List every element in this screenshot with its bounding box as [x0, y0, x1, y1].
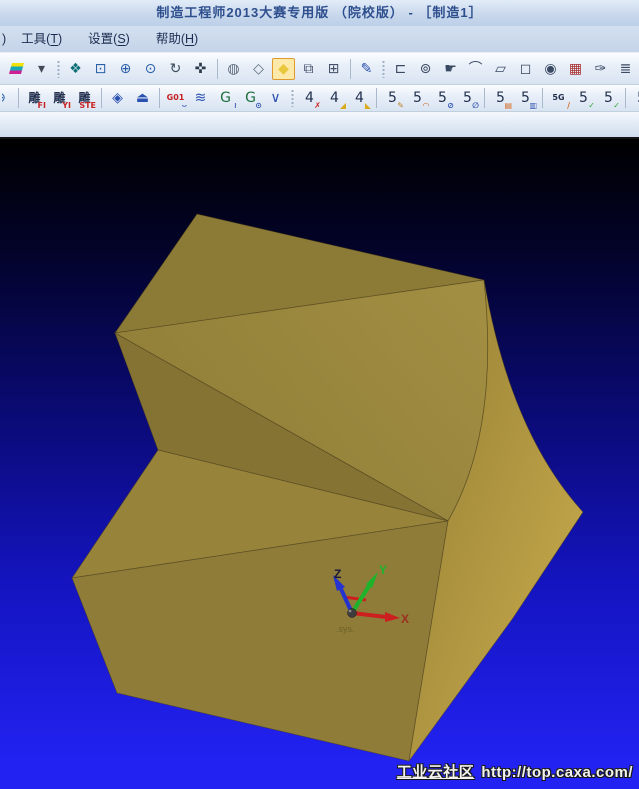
render-fill-icon[interactable]: ❖ [64, 58, 87, 80]
pen-tool-icon[interactable]: ✎ [355, 58, 378, 80]
v-curve-icon[interactable]: ∨ [264, 87, 287, 109]
axis5-wheel-icon[interactable]: 5⊘ [431, 87, 454, 109]
multi-curve-icon[interactable]: ≋ [189, 87, 212, 109]
axis4-pad2-icon[interactable]: 4◣ [348, 87, 371, 109]
separator [155, 87, 163, 109]
menu-h[interactable]: 帮助(H) [153, 26, 201, 53]
pan-view-icon[interactable]: ✜ [189, 58, 212, 80]
measure-gauge-icon[interactable]: ⊚ [414, 58, 437, 80]
model-canvas[interactable]: Z Y X .sys. [0, 139, 639, 789]
toolbar-view: ▾❖⊡⊕⊙↻✜◍◇◆⧉⊞✎⊏⊚☛⌒▱◻◉▦✑≣⌂◧◨ [0, 53, 639, 85]
axis-x-label: X [401, 612, 409, 626]
toolbar-empty-strip [0, 112, 639, 139]
axis5-circle-icon[interactable]: 5∅ [456, 87, 479, 109]
zoom-tool-icon-clipped[interactable]: ⊕ [1, 87, 13, 109]
fixture-icon[interactable]: ⏏ [131, 87, 154, 109]
zoom-in-icon[interactable]: ⊕ [114, 58, 137, 80]
axis5-arc-icon[interactable]: 5◠ [406, 87, 429, 109]
viewport-3d[interactable]: Z Y X .sys. 工业云社区 http://top.caxa.com/ [0, 139, 639, 789]
shaded-cube-icon[interactable]: ◆ [272, 58, 295, 80]
axis5-check-icon[interactable]: 5✓ [572, 87, 595, 109]
g-spiral-icon[interactable]: G≀ [214, 87, 237, 109]
g-circle-icon[interactable]: G⊙ [239, 87, 262, 109]
sphere-mesh-icon[interactable]: ◉ [539, 58, 562, 80]
engrave-fi-icon[interactable]: 雕FI [23, 87, 46, 109]
pick-hand-icon[interactable]: ☛ [439, 58, 462, 80]
separator [213, 58, 221, 80]
toolbar-grip [288, 87, 297, 109]
separator [97, 87, 105, 109]
axis4-pad-icon[interactable]: 4◢ [323, 87, 346, 109]
separator [14, 87, 22, 109]
toolbar-machining: ⊕雕FI雕YI雕STE◈⏏G01⌣≋G≀G⊙∨4✗4◢4◣5✎5◠5⊘5∅5▤5… [0, 85, 639, 112]
window-title: 制造工程师2013大赛专用版 （院校版） - ［制造1］ [156, 5, 482, 20]
clipped-menu-fragment: ) [2, 26, 6, 53]
engrave-ste-icon[interactable]: 雕STE [73, 87, 96, 109]
axis-y-label: Y [379, 563, 387, 577]
g01-bell-icon[interactable]: G01⌣ [164, 87, 187, 109]
toolbar-grip [54, 58, 63, 80]
wireframe-sphere-icon[interactable]: ◍ [222, 58, 245, 80]
separator [346, 58, 354, 80]
stack-layers-icon[interactable]: ≣ [614, 58, 637, 80]
separator [621, 87, 629, 109]
gem-plate-icon[interactable]: ◈ [106, 87, 129, 109]
separator [538, 87, 546, 109]
zoom-dynamic-icon[interactable]: ⊙ [139, 58, 162, 80]
feature-corner-icon[interactable]: ⊏ [389, 58, 412, 80]
axis5-g-icon[interactable]: 5G∕ [547, 87, 570, 109]
edit-feature-icon[interactable]: ✑ [589, 58, 612, 80]
sketch-plane-icon[interactable]: ▱ [489, 58, 512, 80]
wireframe-cube-icon[interactable]: ◇ [247, 58, 270, 80]
layer-stack-icon[interactable] [5, 58, 28, 80]
watermark-site: 工业云社区 [397, 764, 475, 781]
axis-z-label: Z [334, 567, 341, 581]
3d-model [72, 214, 583, 761]
separator [480, 87, 488, 109]
axis-origin-highlight [349, 610, 352, 613]
axis-origin-ball [348, 609, 357, 618]
axis5-drill-icon[interactable]: 5◉ [630, 87, 639, 109]
pipe-bend-icon[interactable]: ⌒ [464, 58, 487, 80]
axis4-cross-icon[interactable]: 4✗ [298, 87, 321, 109]
mold-block-icon[interactable]: ▦ [564, 58, 587, 80]
menu-t[interactable]: 工具(T) [18, 26, 65, 53]
layer-dropdown-caret[interactable]: ▾ [30, 58, 53, 80]
axis5-layers-icon[interactable]: 5▤ [489, 87, 512, 109]
separator [372, 87, 380, 109]
watermark: 工业云社区 http://top.caxa.com/ [397, 761, 633, 782]
axis5-layers2-icon[interactable]: 5▥ [514, 87, 537, 109]
cascade-windows-icon[interactable]: ⧉ [297, 58, 320, 80]
menu-s[interactable]: 设置(S) [85, 26, 133, 53]
rotate-view-icon[interactable]: ↻ [164, 58, 187, 80]
axis5-pencil-icon[interactable]: 5✎ [381, 87, 404, 109]
origin-coordsys-label: .sys. [336, 624, 355, 634]
axis5-check2-icon[interactable]: 5✓ [597, 87, 620, 109]
menu-bar: ) 工具(T) 设置(S) 帮助(H) [0, 26, 639, 53]
tile-windows-icon[interactable]: ⊞ [322, 58, 345, 80]
zoom-window-icon[interactable]: ⊡ [89, 58, 112, 80]
window-titlebar: 制造工程师2013大赛专用版 （院校版） - ［制造1］ [0, 0, 639, 26]
solid-cube-icon[interactable]: ◻ [514, 58, 537, 80]
watermark-url: http://top.caxa.com/ [481, 764, 633, 781]
toolbar-grip [379, 58, 388, 80]
engrave-yi-icon[interactable]: 雕YI [48, 87, 71, 109]
